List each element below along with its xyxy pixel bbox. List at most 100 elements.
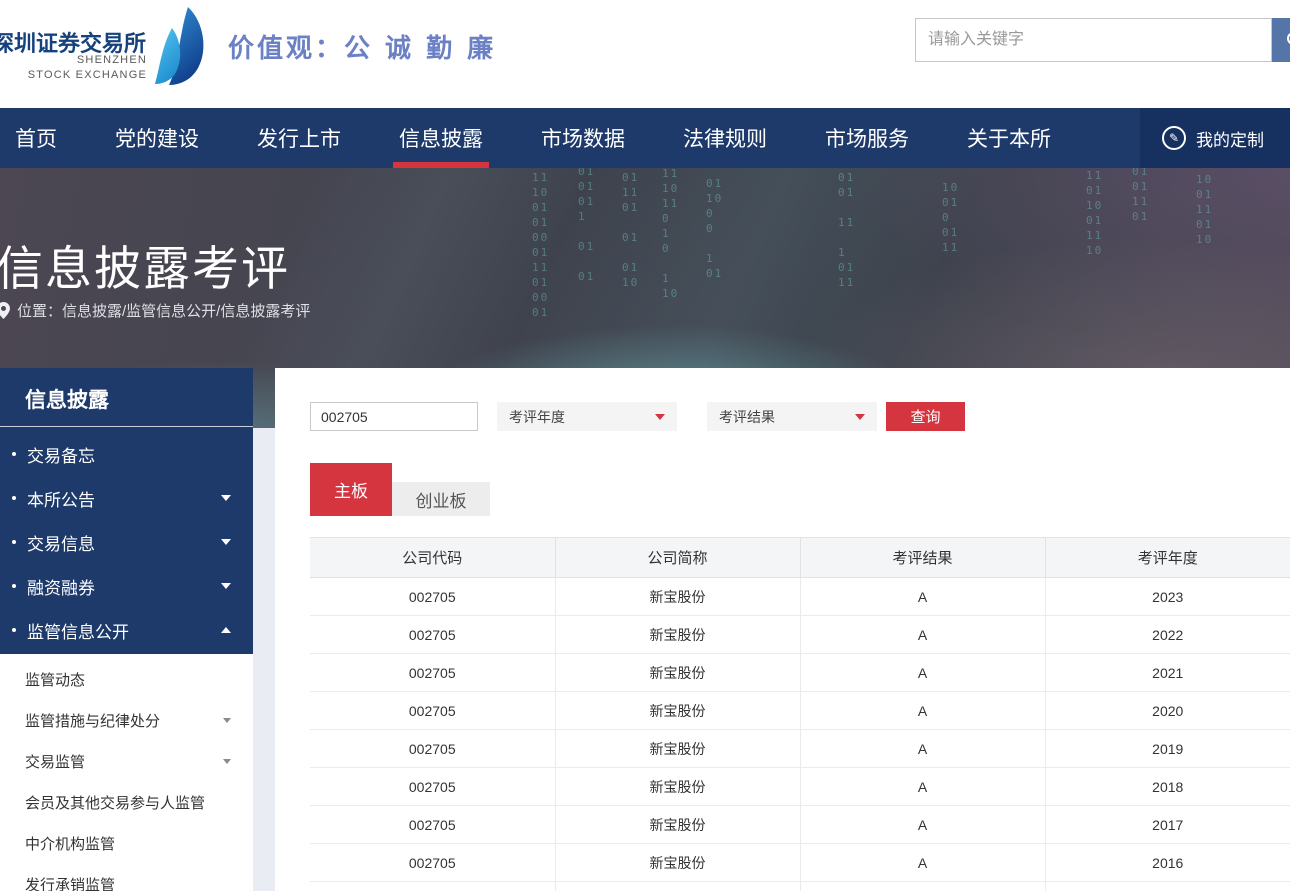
sidebar-item-regulatory-disclosure[interactable]: 监管信息公开 xyxy=(0,608,253,652)
my-custom-button[interactable]: ✎ 我的定制 xyxy=(1140,108,1290,168)
page-area: 信息披露 交易备忘本所公告交易信息融资融券监管信息公开 监管动态监管措施与纪律处… xyxy=(0,428,1290,891)
table-cell: 2022 xyxy=(1045,616,1290,654)
sidebar-subitem-regulatory-news[interactable]: 监管动态 xyxy=(0,659,253,700)
sidebar-item-label: 监管信息公开 xyxy=(27,618,129,643)
table-cell: 2018 xyxy=(1045,768,1290,806)
table-cell: 2020 xyxy=(1045,692,1290,730)
table-cell: 2017 xyxy=(1045,806,1290,844)
sidebar-subitem-trading-surveillance[interactable]: 交易监管 xyxy=(0,741,253,782)
search-input[interactable] xyxy=(915,18,1272,62)
page-title: 信息披露考评 xyxy=(0,230,290,299)
bullet-icon xyxy=(12,496,16,500)
sidebar-submenu: 监管动态监管措施与纪律处分交易监管会员及其他交易参与人监管中介机构监管发行承销监… xyxy=(0,654,253,891)
table-cell: 002705 xyxy=(310,692,555,730)
sidebar-item-label: 交易信息 xyxy=(27,530,95,555)
table-cell xyxy=(800,882,1045,891)
binary-column: 11 10 01 01 00 01 11 01 00 01 xyxy=(532,170,549,320)
board-tabs: 主板创业板 xyxy=(310,463,1290,516)
table-cell: A xyxy=(800,844,1045,882)
result-dropdown[interactable]: 考评结果 xyxy=(707,402,877,431)
column-header: 公司简称 xyxy=(555,538,800,578)
sidebar-item-announcements[interactable]: 本所公告 xyxy=(0,476,253,520)
sidebar-subitem-label: 监管措施与纪律处分 xyxy=(25,710,160,731)
nav-item-rules[interactable]: 法律规则 xyxy=(683,108,767,168)
sidebar-subitem-member-supervision[interactable]: 会员及其他交易参与人监管 xyxy=(0,782,253,823)
sidebar-title: 信息披露 xyxy=(0,368,253,426)
chevron-down-icon xyxy=(655,414,665,420)
table-cell: 002705 xyxy=(310,844,555,882)
sidebar-item-trade-memo[interactable]: 交易备忘 xyxy=(0,432,253,476)
chevron-up-icon xyxy=(221,627,231,633)
company-code-input[interactable] xyxy=(310,402,478,431)
table-row: 002705新宝股份A2020 xyxy=(310,692,1290,730)
table-row: 002705新宝股份A2018 xyxy=(310,768,1290,806)
breadcrumb[interactable]: 位置：信息披露/监管信息公开/信息披露考评 xyxy=(0,300,310,321)
edit-circle-icon: ✎ xyxy=(1162,126,1186,150)
evaluation-table: 公司代码公司简称考评结果考评年度 002705新宝股份A2023002705新宝… xyxy=(310,537,1290,891)
binary-column: 01 11 01 01 01 10 xyxy=(622,170,639,290)
table-cell: 新宝股份 xyxy=(555,806,800,844)
chevron-down-icon xyxy=(221,495,231,501)
table-cell: 2021 xyxy=(1045,654,1290,692)
table-cell: 新宝股份 xyxy=(555,654,800,692)
binary-column: 10 01 11 01 10 xyxy=(1196,172,1213,247)
nav-item-party-building[interactable]: 党的建设 xyxy=(115,108,199,168)
binary-column: 01 01 11 01 xyxy=(1132,168,1149,224)
table-cell: 新宝股份 xyxy=(555,844,800,882)
table-row: 002705新宝股份A2021 xyxy=(310,654,1290,692)
bullet-icon xyxy=(12,540,16,544)
sidebar-subitem-label: 监管动态 xyxy=(25,669,85,690)
chevron-down-icon xyxy=(223,718,231,723)
binary-column: 01 10 0 0 1 01 xyxy=(706,176,723,281)
table-row xyxy=(310,882,1290,891)
sidebar-item-trading-info[interactable]: 交易信息 xyxy=(0,520,253,564)
table-cell xyxy=(555,882,800,891)
search-button[interactable] xyxy=(1272,18,1290,62)
sidebar-subitem-intermediary-supervision[interactable]: 中介机构监管 xyxy=(0,823,253,864)
year-dropdown-label: 考评年度 xyxy=(509,407,565,427)
sidebar: 信息披露 交易备忘本所公告交易信息融资融券监管信息公开 监管动态监管措施与纪律处… xyxy=(0,368,253,891)
column-header: 考评结果 xyxy=(800,538,1045,578)
nav-item-listing[interactable]: 发行上市 xyxy=(257,108,341,168)
query-button[interactable]: 查询 xyxy=(886,402,965,431)
tab-chinext[interactable]: 创业板 xyxy=(392,482,490,516)
sidebar-item-margin-trading[interactable]: 融资融券 xyxy=(0,564,253,608)
nav-item-disclosure[interactable]: 信息披露 xyxy=(399,108,483,168)
table-cell: 002705 xyxy=(310,806,555,844)
table-cell: A xyxy=(800,806,1045,844)
year-dropdown[interactable]: 考评年度 xyxy=(497,402,677,431)
table-cell xyxy=(310,882,555,891)
sidebar-subitem-underwriting-supervision[interactable]: 发行承销监管 xyxy=(0,864,253,891)
binary-column: 01 01 01 1 01 01 xyxy=(578,168,595,284)
nav-item-home[interactable]: 首页 xyxy=(15,108,57,168)
values-slogan: 价值观：公 诚 勤 廉 xyxy=(228,28,496,65)
nav-item-market-services[interactable]: 市场服务 xyxy=(825,108,909,168)
chevron-down-icon xyxy=(223,759,231,764)
table-cell: A xyxy=(800,692,1045,730)
table-cell: 新宝股份 xyxy=(555,616,800,654)
chevron-down-icon xyxy=(221,583,231,589)
table-cell: A xyxy=(800,654,1045,692)
filter-row: 考评年度 考评结果 查询 xyxy=(310,402,1290,431)
sidebar-subitem-measures-discipline[interactable]: 监管措施与纪律处分 xyxy=(0,700,253,741)
bullet-icon xyxy=(12,584,16,588)
nav-item-market-data[interactable]: 市场数据 xyxy=(541,108,625,168)
table-cell: 002705 xyxy=(310,578,555,616)
table-row: 002705新宝股份A2017 xyxy=(310,806,1290,844)
nav-item-about[interactable]: 关于本所 xyxy=(967,108,1051,168)
table-row: 002705新宝股份A2016 xyxy=(310,844,1290,882)
table-cell: 002705 xyxy=(310,616,555,654)
sidebar-subitem-label: 中介机构监管 xyxy=(25,833,115,854)
table-cell: 002705 xyxy=(310,730,555,768)
table-cell: A xyxy=(800,768,1045,806)
table-cell: A xyxy=(800,616,1045,654)
tab-main-board[interactable]: 主板 xyxy=(310,463,392,516)
result-dropdown-label: 考评结果 xyxy=(719,407,775,427)
logo-name-en-line1: SHENZHEN xyxy=(0,53,147,68)
breadcrumb-text: 位置：信息披露/监管信息公开/信息披露考评 xyxy=(17,300,310,321)
sidebar-item-label: 交易备忘 xyxy=(27,442,95,467)
column-header: 公司代码 xyxy=(310,538,555,578)
table-cell xyxy=(1045,882,1290,891)
table-cell: 新宝股份 xyxy=(555,578,800,616)
chevron-down-icon xyxy=(855,414,865,420)
